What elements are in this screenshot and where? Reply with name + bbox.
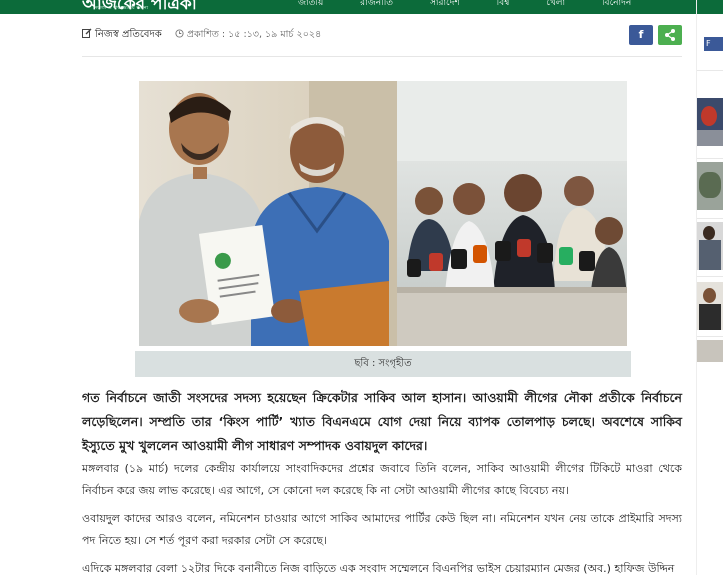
photo-illustration	[139, 81, 627, 346]
share-button[interactable]	[658, 25, 682, 45]
article-photo[interactable]	[139, 81, 627, 346]
sidebar-separator	[697, 70, 723, 71]
article-paragraph: মঙ্গলবার (১৯ মার্চ) দলের কেন্দ্রীয় কার্…	[82, 462, 682, 497]
nav-item[interactable]: বিনোদন	[602, 0, 631, 8]
publish-time-text: প্রকাশিত : ১৫ :১৩, ১৯ মার্চ ২০২৪	[186, 29, 322, 40]
main-nav: জাতীয় রাজনীতি সারাদেশ বিশ্ব খেলা বিনোদন	[298, 0, 665, 10]
edit-icon	[82, 28, 92, 38]
nav-item[interactable]: রাজনীতি	[360, 0, 393, 8]
sidebar-separator	[697, 276, 723, 277]
nav-item[interactable]: খেলা	[546, 0, 565, 8]
article-lead-paragraph: গত নির্বাচনে জাতী সংসদের সদস্য হয়েছেন ক…	[82, 390, 682, 453]
header-divider	[82, 56, 682, 57]
article-paragraph: এদিকে মঙ্গলবার বেলা ১২টার দিকে বনানীতে ন…	[82, 562, 675, 575]
sidebar-separator	[697, 158, 723, 159]
sidebar-news-thumbnail[interactable]	[697, 98, 723, 146]
nav-item[interactable]: জাতীয়	[298, 0, 323, 8]
site-header: আজকের পত্রিকা সততা ও দায়বদ্ধতায় অনন্য …	[0, 0, 723, 14]
share-icon	[665, 29, 675, 41]
sidebar-separator	[697, 218, 723, 219]
nav-item[interactable]: বিশ্ব	[497, 0, 510, 8]
facebook-share-button[interactable]: f	[629, 25, 653, 45]
clock-icon	[175, 29, 184, 38]
author-name[interactable]: নিজস্ব প্রতিবেদক	[95, 29, 162, 40]
sidebar-separator	[697, 336, 723, 337]
photo-caption: ছবি : সংগৃহীত	[135, 351, 631, 377]
nav-item[interactable]: সারাদেশ	[430, 0, 460, 8]
facebook-follow-button[interactable]: F	[704, 37, 723, 51]
sidebar-news-thumbnail[interactable]	[697, 340, 723, 362]
article-byline: নিজস্ব প্রতিবেদক প্রকাশিত : ১৫ :১৩, ১৯ ম…	[82, 27, 321, 43]
sidebar-news-thumbnail[interactable]	[697, 222, 723, 270]
sidebar-news-thumbnail[interactable]	[697, 282, 723, 330]
site-tagline: সততা ও দায়বদ্ধতায় অনন্য	[94, 5, 149, 11]
publish-time: প্রকাশিত : ১৫ :১৩, ১৯ মার্চ ২০২৪	[175, 29, 321, 40]
article-paragraph: ওবায়দুল কাদের আরও বলেন, নমিনেশন চাওয়ার…	[82, 512, 682, 547]
sidebar-news-thumbnail[interactable]	[697, 162, 723, 210]
